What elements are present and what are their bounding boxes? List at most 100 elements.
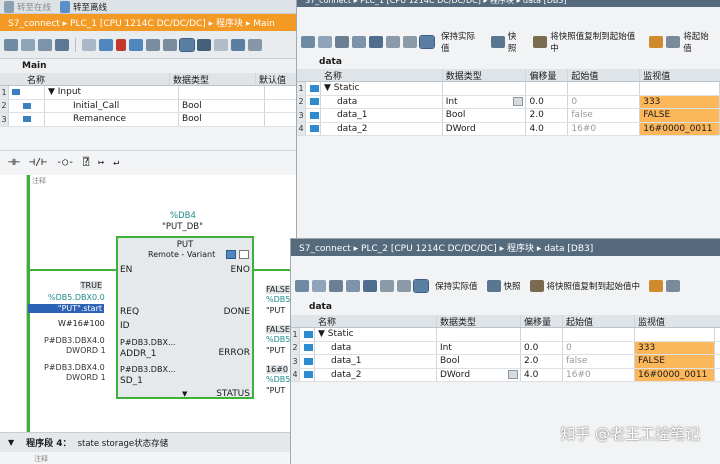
row-number: 4 — [297, 122, 306, 135]
put-block[interactable]: PUT Remote - Variant EN ENO REQ ID P#DB3… — [116, 236, 254, 399]
sd-pointer[interactable]: P#DB3.DBX4.0 — [44, 363, 105, 372]
type-dropdown-icon[interactable] — [508, 370, 518, 380]
tag-icon[interactable] — [335, 36, 349, 48]
col-name: 名称 — [321, 69, 443, 81]
collapse-icon[interactable] — [403, 36, 417, 48]
db-start[interactable]: false — [568, 109, 641, 122]
snapshot-button[interactable]: 快照 — [504, 280, 521, 292]
expand-icon[interactable] — [146, 38, 160, 51]
go-offline-button[interactable]: 转至离线 — [73, 1, 107, 13]
status-value: 16#0 — [266, 365, 288, 374]
db-row[interactable]: 2 data Int 0.0 0 333 — [297, 95, 720, 109]
tag-icon[interactable] — [329, 280, 343, 292]
error-symbol[interactable]: "PUT — [266, 346, 285, 355]
db-start[interactable]: 0 — [563, 341, 635, 354]
copy-snapshot-icon[interactable] — [529, 280, 544, 292]
expand-icon[interactable] — [380, 280, 394, 292]
tag-add-icon[interactable] — [346, 280, 360, 292]
interface-row[interactable]: 1 ▼ Input — [0, 86, 296, 100]
block-config-icon[interactable] — [226, 250, 236, 259]
keep-actual-button[interactable]: 保持实际值 — [441, 30, 482, 54]
add-row-icon[interactable] — [312, 280, 326, 292]
db-start[interactable]: 16#0 — [568, 122, 641, 135]
monitor-icon[interactable] — [363, 280, 377, 292]
db-row[interactable]: 1 ▼ Static — [297, 82, 720, 96]
breakpoint-icon[interactable] — [231, 38, 245, 51]
insert-row-icon[interactable] — [295, 280, 309, 292]
copy-snapshot-icon[interactable] — [533, 36, 548, 48]
monitor-icon[interactable] — [179, 37, 195, 52]
copy-start-button[interactable]: 将起始值 — [683, 30, 716, 54]
close-branch-icon[interactable]: ↵ — [113, 157, 119, 168]
status-address[interactable]: %DB5 — [266, 375, 290, 384]
interface-row[interactable]: 2 Initial_Call Bool — [0, 99, 296, 113]
snapshot-button[interactable]: 快照 — [508, 30, 524, 54]
add-row-icon[interactable] — [318, 36, 332, 48]
db-row[interactable]: 4 data_2 DWord 4.0 16#0 16#0000_0011 — [291, 368, 720, 382]
interface-row[interactable]: 3 Remanence Bool — [0, 113, 296, 127]
open-icon[interactable] — [99, 38, 113, 51]
collapse-icon[interactable] — [163, 38, 177, 51]
delete-row-icon[interactable] — [38, 38, 52, 51]
db-start[interactable]: false — [563, 355, 635, 368]
error-address[interactable]: %DB5 — [266, 335, 290, 344]
insert-row-icon[interactable] — [301, 36, 315, 48]
copy-snapshot-button[interactable]: 将快照值复制到起始值中 — [550, 30, 640, 54]
req-address[interactable]: %DB5.DBX0.0 — [48, 293, 105, 302]
glasses-icon[interactable] — [197, 38, 211, 51]
close-icon[interactable] — [116, 38, 126, 51]
toggle-icon[interactable] — [129, 38, 143, 51]
callstack-icon[interactable] — [214, 38, 228, 51]
network-header[interactable]: ▼ 程序段 4： state storage状态存储 — [0, 432, 296, 452]
network-icon[interactable] — [82, 38, 96, 51]
coil-icon[interactable]: -○- — [56, 157, 74, 168]
go-online-icon[interactable] — [4, 0, 14, 13]
db-row[interactable]: 4 data_2 DWord 4.0 16#0 16#0000_0011 — [297, 122, 720, 136]
add-row-icon[interactable] — [21, 38, 35, 51]
db-row[interactable]: 3 data_1 Bool 2.0 false FALSE — [291, 355, 720, 369]
db-type-cell[interactable]: Int — [443, 95, 527, 108]
copy-start-icon[interactable] — [649, 36, 664, 48]
db-start[interactable]: 16#0 — [563, 368, 635, 381]
done-symbol[interactable]: "PUT — [266, 306, 285, 315]
addr-pointer[interactable]: P#DB3.DBX4.0 — [44, 336, 105, 345]
req-symbol[interactable]: "PUT".start — [28, 304, 104, 313]
go-online-button[interactable]: 转至在线 — [17, 1, 51, 13]
collapse-network-icon[interactable]: ▼ — [8, 438, 14, 447]
no-contact-icon[interactable]: ⊣⊢ — [8, 157, 20, 168]
glasses-icon[interactable] — [413, 279, 429, 293]
copy-snapshot-button[interactable]: 将快照值复制到起始值中 — [547, 280, 641, 292]
top-db-breadcrumb: S7_connect ▸ PLC_1 [CPU 1214C DC/DC/DC] … — [297, 0, 720, 7]
db-start[interactable]: 0 — [568, 95, 641, 108]
nc-contact-icon[interactable]: ⊣/⊢ — [29, 157, 47, 168]
status-symbol[interactable]: "PUT — [266, 386, 285, 395]
compare-icon[interactable] — [55, 38, 69, 51]
ladder-editor[interactable]: 注释 %DB4 "PUT_DB" PUT Remote - Variant EN… — [0, 175, 296, 432]
tag-add-icon[interactable] — [352, 36, 366, 48]
collapse-icon[interactable] — [397, 280, 411, 292]
expand-icon[interactable] — [386, 36, 400, 48]
glasses-icon[interactable] — [419, 35, 435, 49]
status-icon[interactable] — [248, 38, 262, 51]
done-address[interactable]: %DB5 — [266, 295, 290, 304]
db-row[interactable]: 2 data Int 0.0 0 333 — [291, 341, 720, 355]
insert-row-icon[interactable] — [4, 38, 18, 51]
keep-actual-button[interactable]: 保持实际值 — [435, 280, 478, 292]
copy-start-icon[interactable] — [649, 280, 664, 292]
copy-start-icon-2[interactable] — [666, 36, 681, 48]
snapshot-icon[interactable] — [486, 280, 501, 292]
monitor-icon[interactable] — [369, 36, 383, 48]
expand-arrow-icon[interactable]: ▼ — [182, 390, 187, 398]
open-branch-icon[interactable]: ↦ — [98, 157, 104, 168]
db-row[interactable]: 3 data_1 Bool 2.0 false FALSE — [297, 109, 720, 123]
db-type: Bool — [437, 355, 521, 368]
snapshot-icon[interactable] — [490, 36, 505, 48]
db-row[interactable]: 1 ▼ Static — [291, 328, 720, 342]
id-value[interactable]: W#16#100 — [58, 319, 105, 328]
block-diag-icon[interactable] — [239, 250, 249, 259]
go-offline-icon[interactable] — [60, 0, 71, 13]
db-type-cell[interactable]: DWord — [437, 368, 521, 381]
empty-box-icon[interactable]: ⍰ — [83, 157, 89, 168]
copy-start-icon-2[interactable] — [666, 280, 681, 292]
type-dropdown-icon[interactable] — [513, 97, 524, 107]
